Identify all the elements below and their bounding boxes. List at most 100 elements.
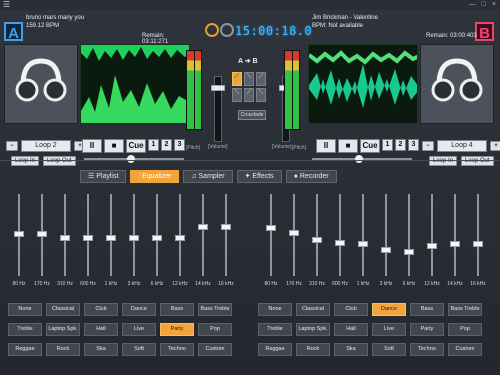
left-preset-bass[interactable]: Bass [160, 303, 194, 316]
menu-icon[interactable]: ☰ [3, 1, 12, 9]
left-eq-band-4[interactable]: 1 kHz [102, 190, 120, 290]
tab-playlist[interactable]: ☰ Playlist [80, 170, 127, 183]
eq-slider-knob[interactable] [129, 234, 139, 241]
eq-slider-knob[interactable] [473, 241, 483, 248]
right-preset-rock[interactable]: Rock [296, 343, 330, 356]
tab-sampler[interactable]: ♫ Sampler [183, 170, 233, 183]
left-preset-soft[interactable]: Soft [122, 343, 156, 356]
left-eq-band-3[interactable]: 600 Hz [79, 190, 97, 290]
right-preset-dance[interactable]: Dance [372, 303, 406, 316]
left-preset-ska[interactable]: Ska [84, 343, 118, 356]
eq-slider-knob[interactable] [152, 234, 162, 241]
deck-b-cue-1-button[interactable]: 1 [382, 139, 393, 151]
right-eq-band-0[interactable]: 80 Hz [262, 190, 280, 290]
eq-slider-knob[interactable] [404, 248, 414, 255]
left-volume-fader[interactable] [211, 76, 225, 142]
right-preset-reggae[interactable]: Reggae [258, 343, 292, 356]
right-eq-band-7[interactable]: 12 kHz [423, 190, 441, 290]
right-preset-live[interactable]: Live [372, 323, 406, 336]
left-preset-custom[interactable]: Custom [198, 343, 232, 356]
deck-a-loop-out-button[interactable]: Loop Out [43, 156, 76, 166]
left-preset-hall[interactable]: Hall [84, 323, 118, 336]
tab-equalizer[interactable]: ⫶ Equalizer [130, 170, 180, 183]
crossfade-button[interactable]: Crossfade [238, 110, 266, 120]
eq-slider-knob[interactable] [83, 234, 93, 241]
eq-slider-knob[interactable] [60, 234, 70, 241]
right-preset-techno[interactable]: Techno [410, 343, 444, 356]
left-preset-party[interactable]: Party [160, 323, 194, 336]
left-eq-band-6[interactable]: 6 kHz [148, 190, 166, 290]
deck-a-stop-button[interactable]: ■ [104, 139, 124, 153]
right-preset-ska[interactable]: Ska [334, 343, 368, 356]
eq-slider-knob[interactable] [427, 242, 437, 249]
right-preset-treble[interactable]: Treble [258, 323, 292, 336]
eq-slider-knob[interactable] [221, 223, 231, 230]
eq-slider-knob[interactable] [37, 231, 47, 237]
deck-b-cue-3-button[interactable]: 3 [408, 139, 419, 151]
left-eq-band-7[interactable]: 12 kHz [171, 190, 189, 290]
right-preset-club[interactable]: Club [334, 303, 368, 316]
deck-b-loop-out-button[interactable]: Loop Out [461, 156, 494, 166]
minimize-icon[interactable]: — [469, 1, 476, 8]
left-preset-club[interactable]: Club [84, 303, 118, 316]
left-preset-techno[interactable]: Techno [160, 343, 194, 356]
right-preset-laptop-spk-[interactable]: Laptop Spk. [296, 323, 330, 336]
eq-slider-knob[interactable] [289, 229, 299, 236]
left-eq-band-1[interactable]: 170 Hz [33, 190, 51, 290]
left-preset-dance[interactable]: Dance [122, 303, 156, 316]
eq-slider-knob[interactable] [14, 231, 24, 237]
right-eq-band-2[interactable]: 310 Hz [308, 190, 326, 290]
eq-slider-knob[interactable] [450, 241, 460, 248]
left-eq-band-2[interactable]: 310 Hz [56, 190, 74, 290]
left-preset-rock[interactable]: Rock [46, 343, 80, 356]
left-eq-band-9[interactable]: 16 kHz [217, 190, 235, 290]
right-eq-band-5[interactable]: 3 kHz [377, 190, 395, 290]
deck-b-pitch-slider[interactable] [312, 155, 412, 163]
left-preset-reggae[interactable]: Reggae [8, 343, 42, 356]
maximize-icon[interactable]: □ [482, 1, 486, 8]
curve-5-button[interactable]: ⟋ [244, 88, 254, 102]
deck-b-waveform[interactable] [308, 44, 418, 124]
deck-a-waveform[interactable] [80, 44, 190, 124]
left-eq-band-0[interactable]: 80 Hz [10, 190, 28, 290]
right-preset-hall[interactable]: Hall [334, 323, 368, 336]
left-eq-band-5[interactable]: 3 kHz [125, 190, 143, 290]
tab-effects[interactable]: ✦ Effects [236, 170, 282, 183]
loop-minus-button[interactable]: − [422, 141, 434, 151]
eq-slider-knob[interactable] [312, 236, 322, 243]
left-preset-pop[interactable]: Pop [198, 323, 232, 336]
curve-4-button[interactable]: ⟍ [232, 88, 242, 102]
right-preset-pop[interactable]: Pop [448, 323, 482, 336]
right-preset-party[interactable]: Party [410, 323, 444, 336]
left-preset-bass-treble[interactable]: Bass Treble [198, 303, 232, 316]
right-eq-band-4[interactable]: 1 kHz [354, 190, 372, 290]
tab-recorder[interactable]: ● Recorder [285, 170, 337, 183]
deck-a-pitch-slider[interactable] [84, 155, 184, 163]
deck-b-cue-button[interactable]: Cue [360, 139, 380, 153]
eq-slider-knob[interactable] [335, 239, 345, 246]
right-eq-band-8[interactable]: 14 kHz [446, 190, 464, 290]
right-preset-bass[interactable]: Bass [410, 303, 444, 316]
loop-minus-button[interactable]: − [6, 141, 18, 151]
deck-a-loop-select[interactable]: Loop 2 [21, 140, 71, 152]
deck-b-pause-button[interactable]: II [316, 139, 336, 153]
deck-a-cue-3-button[interactable]: 3 [174, 139, 185, 151]
eq-slider-knob[interactable] [106, 234, 116, 241]
close-icon[interactable]: × [492, 1, 496, 8]
right-preset-soft[interactable]: Soft [372, 343, 406, 356]
loop-plus-button[interactable]: + [490, 141, 500, 151]
eq-slider-knob[interactable] [266, 225, 276, 232]
left-eq-band-8[interactable]: 14 kHz [194, 190, 212, 290]
left-preset-treble[interactable]: Treble [8, 323, 42, 336]
deck-b-loop-in-button[interactable]: Loop In [429, 156, 458, 166]
right-eq-band-3[interactable]: 600 Hz [331, 190, 349, 290]
right-eq-band-9[interactable]: 16 kHz [469, 190, 487, 290]
deck-a-pause-button[interactable]: II [82, 139, 102, 153]
eq-slider-knob[interactable] [358, 241, 368, 248]
curve-6-button[interactable]: ⟍ [256, 88, 266, 102]
deck-b-stop-button[interactable]: ■ [338, 139, 358, 153]
right-preset-classical[interactable]: Classical [296, 303, 330, 316]
eq-slider-knob[interactable] [381, 247, 391, 254]
left-preset-none[interactable]: None [8, 303, 42, 316]
right-preset-bass-treble[interactable]: Bass Treble [448, 303, 482, 316]
